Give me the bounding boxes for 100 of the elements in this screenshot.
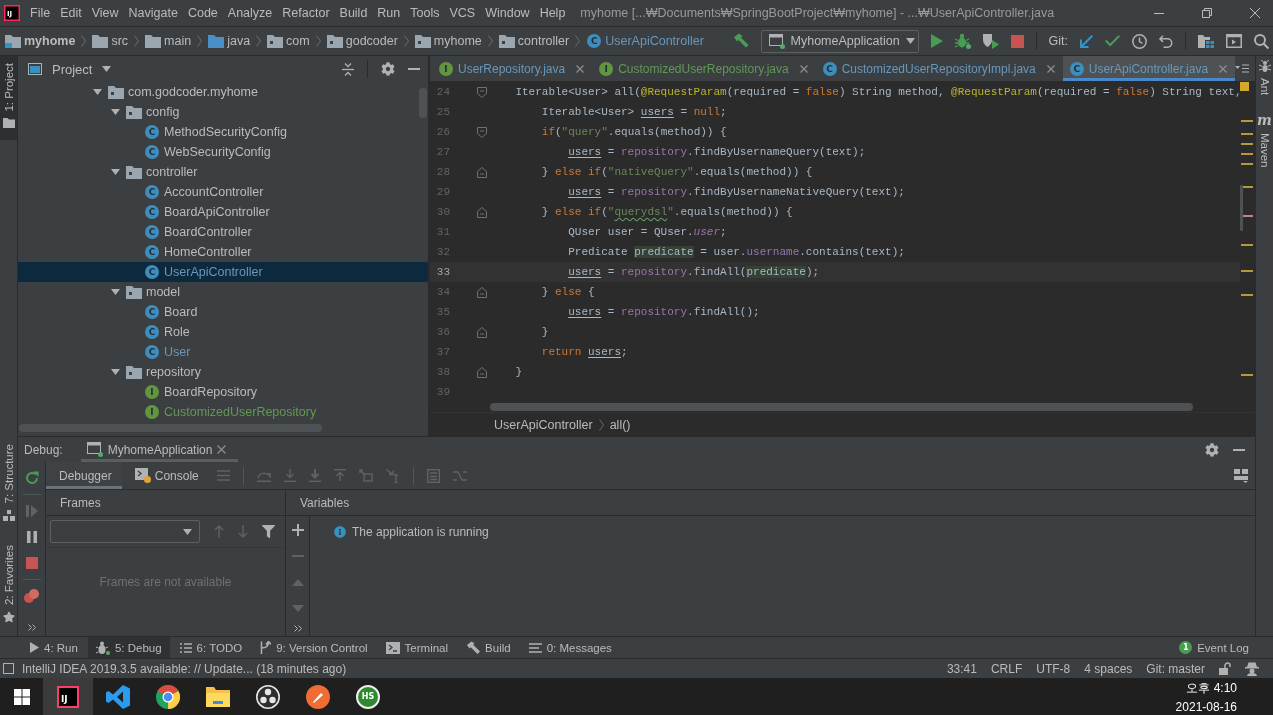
tree-item[interactable]: C UserApiController — [18, 262, 428, 282]
tool-window-tab[interactable]: 6: TODO — [171, 637, 251, 658]
tree-item[interactable]: controller — [18, 162, 428, 182]
editor-tab[interactable]: I UserRepository.java — [432, 56, 593, 81]
tree-item[interactable]: C HomeController — [18, 242, 428, 262]
breadcrumb-item[interactable]: UserApiController — [494, 417, 593, 432]
stop-icon[interactable] — [25, 557, 38, 569]
overlapping-circles-icon[interactable] — [24, 589, 39, 603]
tool-window-tab[interactable]: Build — [458, 637, 519, 658]
tree-item[interactable]: C Board — [18, 302, 428, 322]
arrow-up-icon[interactable] — [214, 525, 224, 538]
close-icon[interactable] — [1219, 64, 1228, 73]
session-tab[interactable]: MyhomeApplication — [80, 437, 239, 462]
breadcrumb-item[interactable]: controller — [498, 34, 570, 48]
gear-icon[interactable] — [1205, 442, 1219, 457]
breadcrumb-item[interactable]: C UserApiController — [586, 34, 704, 48]
close-icon[interactable] — [1046, 64, 1055, 73]
tree-item[interactable]: repository — [18, 362, 428, 382]
double-chevron-icon[interactable] — [293, 624, 302, 632]
tree-item[interactable]: model — [18, 282, 428, 302]
layout-grid-icon[interactable] — [1234, 468, 1248, 483]
breadcrumb-item[interactable]: godcoder — [326, 34, 398, 48]
window-play-icon[interactable] — [1226, 34, 1242, 48]
folder-grid-icon[interactable] — [1198, 34, 1214, 48]
arrow-down-icon[interactable] — [238, 525, 248, 538]
tree-item[interactable]: C BoardController — [18, 222, 428, 242]
status-item[interactable]: 4 spaces — [1084, 661, 1133, 676]
scrollbar-thumb[interactable] — [490, 403, 1193, 411]
tree-item[interactable]: C AccountController — [18, 182, 428, 202]
tool-window-tab[interactable]: 9: Version Control — [252, 637, 376, 658]
drop-frame-icon[interactable] — [358, 469, 373, 482]
bar-play-icon[interactable] — [25, 505, 38, 517]
fold-marker-icon[interactable] — [477, 126, 487, 138]
menu-item[interactable]: Analyze — [222, 0, 278, 26]
tree-item[interactable]: C WebSecurityConfig — [18, 142, 428, 162]
panel-tab[interactable]: Console — [121, 462, 209, 489]
editor-tab[interactable]: C CustomizedUserRepositoryImpl.java — [815, 56, 1063, 81]
tool-window-button[interactable]: 2: Favorites — [0, 540, 17, 627]
editor-tab[interactable]: C UserApiController.java — [1062, 56, 1236, 81]
event-log-button[interactable]: 1 Event Log — [1179, 637, 1249, 658]
filter-icon[interactable] — [262, 525, 275, 538]
tool-window-tab[interactable]: 0: Messages — [520, 637, 620, 658]
scrollbar-thumb[interactable] — [19, 424, 322, 432]
menu-item[interactable]: Navigate — [123, 0, 183, 26]
status-item[interactable]: 33:41 — [946, 661, 977, 676]
tree-item[interactable]: I BoardRepository — [18, 382, 428, 402]
fold-marker-icon[interactable] — [477, 86, 487, 98]
hammer-icon[interactable] — [732, 33, 749, 49]
close-icon[interactable] — [1250, 8, 1260, 18]
close-icon[interactable] — [799, 64, 808, 73]
breadcrumb-item[interactable]: main — [145, 34, 192, 48]
tool-window-button[interactable]: m Maven — [1256, 109, 1273, 172]
tree-item[interactable]: com.godcoder.myhome — [18, 82, 428, 102]
hat-person-icon[interactable] — [1245, 661, 1259, 676]
fold-marker-icon[interactable] — [477, 326, 487, 338]
menu-item[interactable]: Code — [182, 0, 223, 26]
stop-icon[interactable] — [1010, 34, 1024, 48]
tool-window-tab[interactable]: Terminal — [377, 637, 457, 658]
panel-square-icon[interactable] — [3, 663, 14, 674]
menu-item[interactable]: Tools — [405, 0, 445, 26]
tool-window-button[interactable]: 1: Project — [0, 56, 17, 140]
breadcrumb-item[interactable]: java — [208, 34, 251, 48]
scrollbar-thumb[interactable] — [1240, 185, 1243, 231]
force-step-into-icon[interactable] — [308, 469, 321, 482]
play-icon[interactable] — [930, 34, 943, 48]
tree-item[interactable]: I CustomizedUserRepository — [18, 402, 428, 422]
menu-item[interactable]: File — [25, 0, 56, 26]
gear-icon[interactable] — [381, 62, 395, 76]
status-item[interactable]: CRLF — [990, 661, 1023, 676]
editor-tab[interactable]: I CustomizedUserRepository.java — [592, 56, 816, 81]
menu-item[interactable]: Edit — [55, 0, 87, 26]
menu-item[interactable]: Help — [534, 0, 571, 26]
fold-marker-icon[interactable] — [477, 166, 487, 178]
unlock-icon[interactable] — [1219, 662, 1231, 675]
undo-arrow-icon[interactable] — [1159, 34, 1173, 48]
close-icon[interactable] — [217, 445, 227, 454]
caret-down-icon[interactable] — [110, 289, 120, 295]
menu-item[interactable]: View — [86, 0, 124, 26]
triangle-up-icon[interactable] — [291, 578, 304, 586]
status-item[interactable]: UTF-8 — [1036, 661, 1071, 676]
calculator-icon[interactable] — [426, 468, 440, 483]
taskbar-button[interactable]: IJ — [43, 678, 93, 715]
caret-down-icon[interactable] — [92, 89, 102, 95]
tool-window-button[interactable]: Ant — [1256, 56, 1273, 100]
minus-icon[interactable] — [291, 555, 304, 557]
menu-item[interactable]: VCS — [444, 0, 481, 26]
step-into-icon[interactable] — [283, 469, 296, 482]
menu-item[interactable]: Refactor — [277, 0, 335, 26]
status-item[interactable]: Git: master — [1146, 661, 1205, 676]
tool-window-tab[interactable]: 5: Debug — [87, 637, 170, 658]
menu-item[interactable]: Run — [372, 0, 406, 26]
view-selector-dropdown[interactable]: Project — [28, 61, 112, 77]
plus-icon[interactable] — [291, 524, 304, 536]
close-icon[interactable] — [576, 64, 585, 73]
clock-icon[interactable] — [1132, 33, 1147, 49]
tree-item[interactable]: C Role — [18, 322, 428, 342]
trace-icon[interactable] — [452, 469, 467, 482]
breadcrumb-item[interactable]: myhome — [414, 34, 482, 48]
tree-item[interactable]: C User — [18, 342, 428, 362]
breadcrumb-item[interactable]: myhome — [5, 34, 76, 48]
